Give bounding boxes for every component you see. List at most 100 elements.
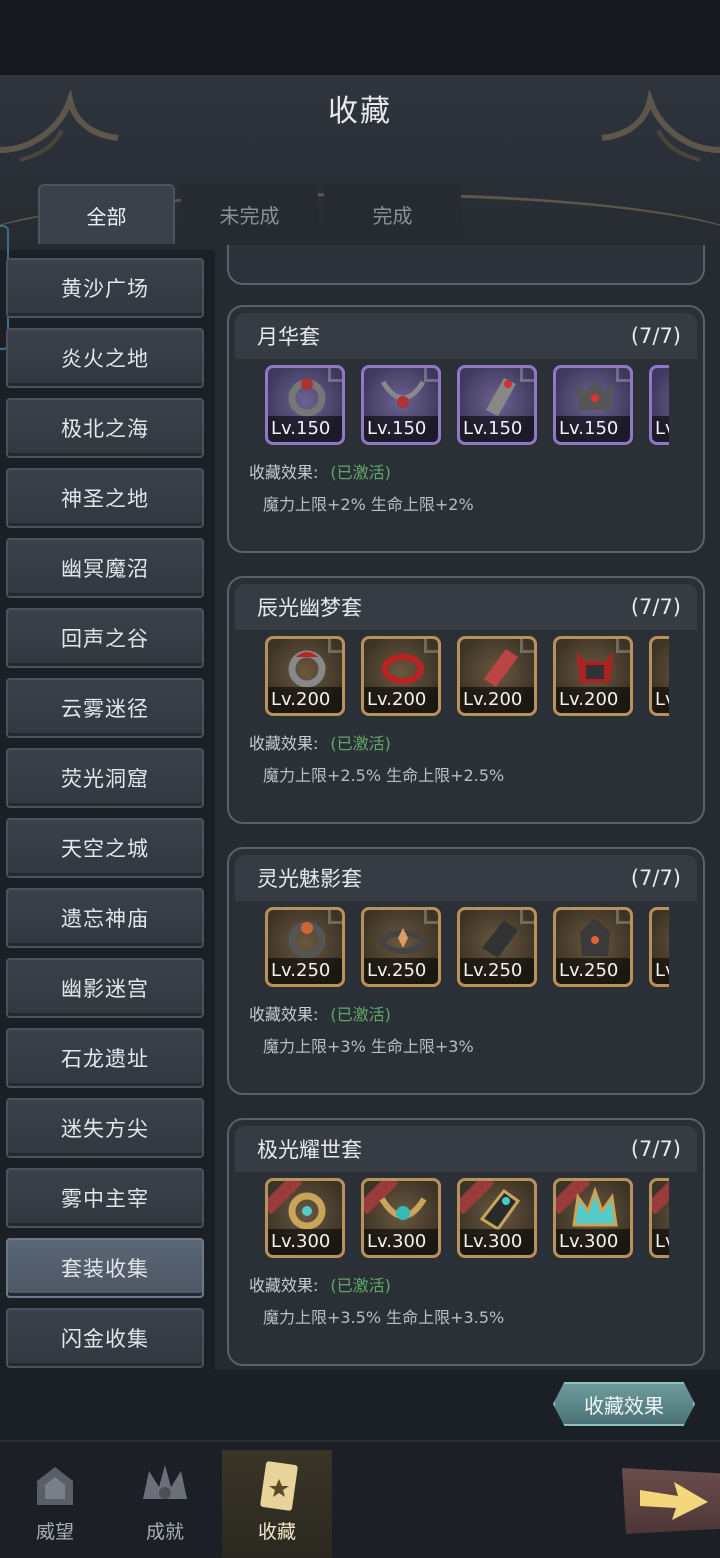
sidebar-item[interactable]: 极北之海 — [6, 398, 204, 458]
tab-all[interactable]: 全部 — [38, 184, 175, 244]
equipment-slot[interactable]: Lv.150 — [457, 365, 537, 445]
set-name: 辰光幽梦套 — [257, 596, 362, 620]
nav-collection[interactable]: 收藏 — [222, 1450, 332, 1558]
equipment-slot[interactable]: Lv.150 — [553, 365, 633, 445]
equipment-slot[interactable]: Lv.300 — [361, 1178, 441, 1258]
effect-label: 收藏效果: — [249, 1005, 319, 1024]
set-card: 灵光魅影套 (7/7) Lv.250 Lv.250 Lv.250 Lv.250 … — [227, 847, 705, 1095]
set-name: 灵光魅影套 — [257, 867, 362, 891]
equipment-slot[interactable]: Lv.200 — [361, 636, 441, 716]
nav-label: 成就 — [145, 1521, 184, 1543]
equipment-slot[interactable]: Lv — [649, 907, 669, 987]
necklace-icon — [380, 928, 426, 954]
equipment-slot[interactable]: Lv.300 — [553, 1178, 633, 1258]
sidebar-item[interactable]: 遗忘神庙 — [6, 888, 204, 948]
item-level: Lv.150 — [364, 416, 438, 442]
bracer-icon — [484, 649, 518, 687]
set-card: 极光耀世套 (7/7) Lv.300 Lv.300 Lv.300 Lv.300 … — [227, 1118, 705, 1366]
equipment-slot[interactable]: Lv.250 — [361, 907, 441, 987]
set-items: Lv.200 Lv.200 Lv.200 Lv.200 Lv — [265, 636, 669, 716]
set-items: Lv.300 Lv.300 Lv.300 Lv.300 Lv — [265, 1178, 669, 1258]
equipment-slot[interactable]: Lv.200 — [553, 636, 633, 716]
collection-card-icon — [260, 1461, 298, 1511]
equipment-slot[interactable]: Lv — [649, 636, 669, 716]
sidebar-item[interactable]: 荧光洞窟 — [6, 748, 204, 808]
next-arrow-button[interactable] — [622, 1468, 720, 1534]
set-progress: (7/7) — [630, 1137, 681, 1161]
sidebar-item[interactable]: 闪金收集 — [6, 1308, 204, 1368]
equipment-slot[interactable]: Lv — [649, 1178, 669, 1258]
set-progress: (7/7) — [630, 324, 681, 348]
sidebar-item[interactable]: 云雾迷径 — [6, 678, 204, 738]
sidebar-item[interactable]: 神圣之地 — [6, 468, 204, 528]
sidebar-item[interactable]: 回声之谷 — [6, 608, 204, 668]
crown-icon — [572, 1187, 618, 1227]
set-name: 月华套 — [257, 325, 320, 349]
sidebar-item[interactable]: 幽影迷宫 — [6, 958, 204, 1018]
sidebar-item[interactable]: 雾中主宰 — [6, 1168, 204, 1228]
collection-effect-button[interactable]: 收藏效果 — [553, 1382, 695, 1426]
equipment-slot[interactable]: Lv.200 — [265, 636, 345, 716]
equipment-slot[interactable]: Lv.250 — [265, 907, 345, 987]
sidebar-item[interactable]: 黄沙广场 — [6, 258, 204, 318]
effect-status: (已激活) — [330, 1005, 391, 1024]
previous-card-edge — [227, 245, 705, 285]
tab-incomplete[interactable]: 未完成 — [181, 184, 318, 244]
set-items: Lv.150 Lv.150 Lv.150 Lv.150 Lv — [265, 365, 669, 445]
prestige-icon — [37, 1467, 73, 1505]
item-level: Lv — [652, 958, 669, 984]
equipment-slot[interactable]: Lv.150 — [265, 365, 345, 445]
sidebar-item-set-collection[interactable]: 套装收集 — [6, 1238, 204, 1298]
bracer-icon — [486, 378, 516, 416]
sidebar-item[interactable]: 炎火之地 — [6, 328, 204, 388]
equipment-slot[interactable]: Lv — [649, 365, 669, 445]
effect-status: (已激活) — [330, 734, 391, 753]
nav-achievement[interactable]: 成就 — [110, 1450, 220, 1558]
tab-complete[interactable]: 完成 — [324, 184, 461, 244]
sidebar-item[interactable]: 幽冥魔沼 — [6, 538, 204, 598]
bracer-icon — [479, 1188, 521, 1231]
set-items: Lv.250 Lv.250 Lv.250 Lv.250 Lv — [265, 907, 669, 987]
item-level: Lv.200 — [460, 687, 534, 713]
sidebar-item[interactable]: 石龙遗址 — [6, 1028, 204, 1088]
ring-icon — [288, 1192, 326, 1230]
item-level: Lv — [652, 416, 669, 442]
filter-tabs: 全部 未完成 完成 — [38, 184, 461, 244]
equipment-slot[interactable]: Lv.200 — [457, 636, 537, 716]
item-level: Lv — [652, 1229, 669, 1255]
equipment-slot[interactable]: Lv.300 — [265, 1178, 345, 1258]
item-level: Lv.250 — [364, 958, 438, 984]
equipment-slot[interactable]: Lv.250 — [553, 907, 633, 987]
status-bar — [0, 0, 720, 75]
set-card: 月华套 (7/7) Lv.150 Lv.150 Lv.150 Lv.150 L … — [227, 305, 705, 553]
effect-values: 魔力上限+3% 生命上限+3% — [263, 1037, 474, 1056]
item-level: Lv — [652, 687, 669, 713]
nav-prestige[interactable]: 威望 — [0, 1450, 110, 1558]
item-level: Lv.300 — [460, 1229, 534, 1255]
item-level: Lv.150 — [460, 416, 534, 442]
sidebar-item[interactable]: 迷失方尖 — [6, 1098, 204, 1158]
category-sidebar: 黄沙广场 炎火之地 极北之海 神圣之地 幽冥魔沼 回声之谷 云雾迷径 荧光洞窟 … — [6, 258, 204, 1378]
item-level: Lv.150 — [556, 416, 630, 442]
item-level: Lv.300 — [556, 1229, 630, 1255]
item-level: Lv.200 — [556, 687, 630, 713]
page-title: 收藏 — [328, 94, 392, 129]
equipment-slot[interactable]: Lv.150 — [361, 365, 441, 445]
bottom-navigation: 威望 成就 收藏 — [0, 1440, 720, 1558]
ring-icon — [288, 378, 326, 417]
bracer-icon — [482, 920, 518, 958]
arrow-right-icon — [640, 1482, 708, 1520]
equipment-slot[interactable]: Lv.300 — [457, 1178, 537, 1258]
set-list[interactable]: 月华套 (7/7) Lv.150 Lv.150 Lv.150 Lv.150 L … — [215, 245, 720, 1370]
effect-status: (已激活) — [330, 1276, 391, 1295]
sidebar-item[interactable]: 天空之城 — [6, 818, 204, 878]
equipment-slot[interactable]: Lv.250 — [457, 907, 537, 987]
necklace-icon — [379, 1197, 427, 1220]
nav-label: 威望 — [35, 1521, 74, 1543]
nav-label: 收藏 — [257, 1521, 296, 1543]
effect-label: 收藏效果: — [249, 463, 319, 482]
effect-label: 收藏效果: — [249, 734, 319, 753]
effect-label: 收藏效果: — [249, 1276, 319, 1295]
helmet-icon — [576, 651, 614, 683]
item-level: Lv.250 — [460, 958, 534, 984]
